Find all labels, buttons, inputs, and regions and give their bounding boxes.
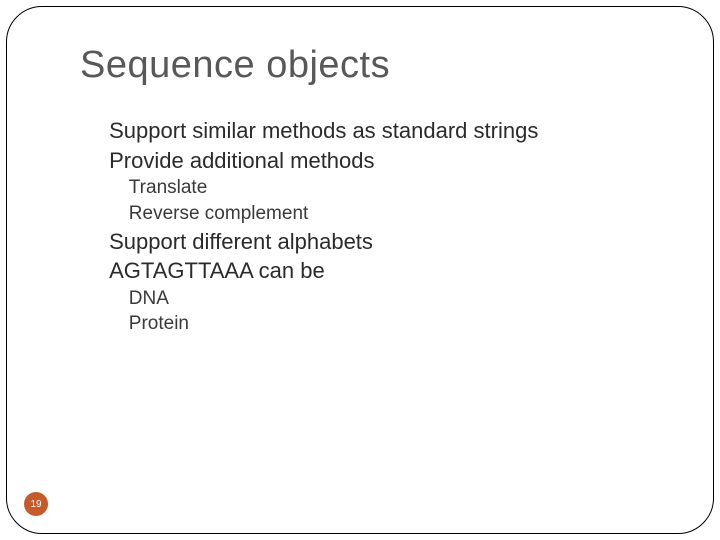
slide-title: Sequence objects xyxy=(80,44,390,87)
swirl-bullet-icon:  xyxy=(112,202,127,226)
bullet-level1: Support different alphabets xyxy=(90,228,660,256)
swirl-bullet-icon:  xyxy=(90,228,107,256)
bullet-text: DNA xyxy=(129,288,169,309)
bullet-level2: Reverse complement xyxy=(112,202,660,226)
bullet-text: Protein xyxy=(129,313,189,334)
bullet-level2: Protein xyxy=(112,312,660,336)
page-number-badge: 19 xyxy=(24,492,48,516)
bullet-level1: Provide additional methods xyxy=(90,147,660,175)
swirl-bullet-icon:  xyxy=(112,287,127,311)
bullet-text: Support similar methods as standard stri… xyxy=(109,118,538,143)
bullet-text: Translate xyxy=(129,177,208,198)
bullet-text: Reverse complement xyxy=(129,203,309,224)
bullet-text: Provide additional methods xyxy=(109,148,374,173)
bullet-level2: DNA xyxy=(112,287,660,311)
bullet-level1: AGTAGTTAAA can be xyxy=(90,257,660,285)
swirl-bullet-icon:  xyxy=(112,312,127,336)
swirl-bullet-icon:  xyxy=(112,176,127,200)
swirl-bullet-icon:  xyxy=(90,147,107,175)
page-number: 19 xyxy=(30,499,41,510)
swirl-bullet-icon:  xyxy=(90,257,107,285)
bullet-text: Support different alphabets xyxy=(109,229,373,254)
bullet-text: AGTAGTTAAA can be xyxy=(109,258,325,283)
swirl-bullet-icon:  xyxy=(90,117,107,145)
bullet-level1: Support similar methods as standard str… xyxy=(90,117,660,145)
slide-content: Support similar methods as standard str… xyxy=(90,115,660,338)
bullet-level2: Translate xyxy=(112,176,660,200)
slide: Sequence objects Support similar method… xyxy=(0,0,720,540)
